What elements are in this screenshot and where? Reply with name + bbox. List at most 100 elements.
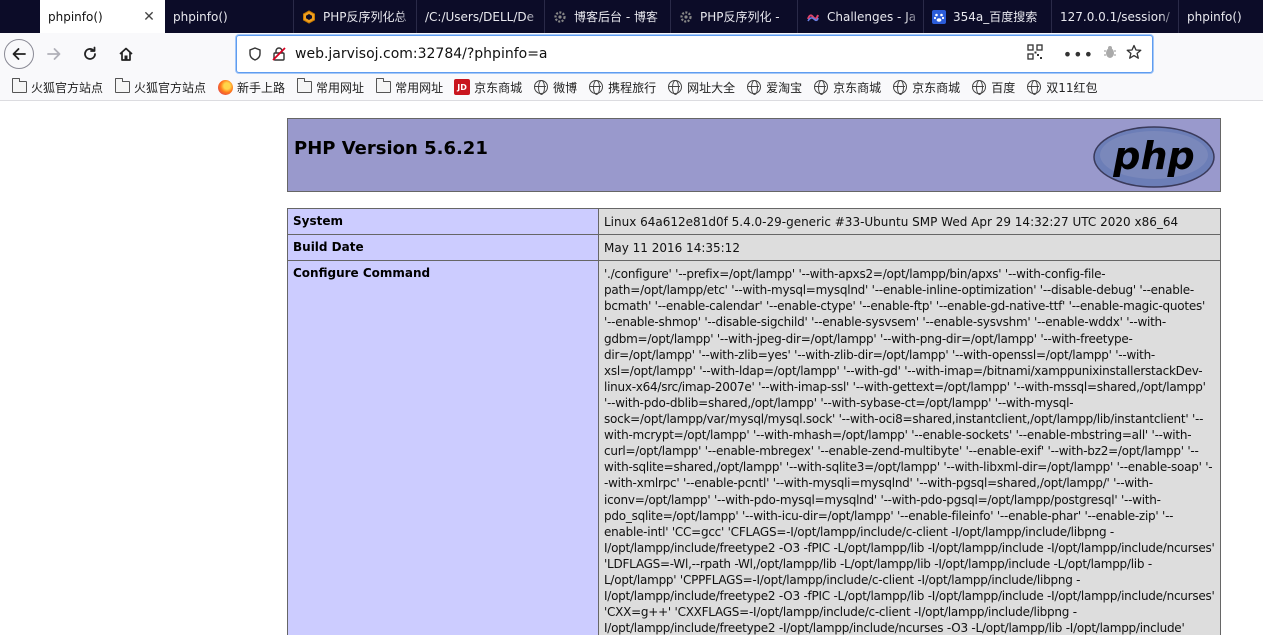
bookmark-label: 常用网址	[395, 80, 444, 95]
table-row: Configure Command './configure' '--prefi…	[287, 260, 1221, 635]
bookmark-label: 双11红包	[1046, 80, 1098, 95]
address-bar[interactable]: web.jarvisoj.com:32784/?phpinfo=a •••	[236, 35, 1153, 73]
globe-icon	[892, 79, 908, 95]
bookmark-label: 新手上路	[237, 80, 286, 95]
bookmark-item[interactable]: 爱淘宝	[746, 79, 802, 96]
row-key: Configure Command	[287, 260, 599, 635]
tab-fade	[1160, 0, 1178, 33]
bookmark-folder[interactable]: 常用网址	[296, 78, 365, 96]
arrow-left-icon	[12, 47, 26, 60]
globe-icon	[533, 79, 549, 95]
qr-code-icon[interactable]	[1027, 44, 1043, 64]
page-content: PHP Version 5.6.21 php System Linux 64a6…	[0, 101, 1263, 635]
bookmark-item[interactable]: 微博	[533, 79, 577, 96]
tab-localhost-session[interactable]: 127.0.0.1/session/	[1052, 0, 1179, 33]
hex-icon	[302, 9, 316, 24]
tab-label: 博客后台 - 博客	[574, 10, 658, 24]
star-bookmark-icon[interactable]	[1126, 44, 1142, 64]
forward-button[interactable]	[38, 38, 70, 70]
bookmark-label: 火狐官方站点	[31, 80, 104, 95]
bookmark-item[interactable]: 新手上路	[217, 79, 285, 96]
table-row: Build Date May 11 2016 14:35:12	[287, 234, 1221, 262]
bookmark-label: 携程旅行	[608, 80, 657, 95]
tab-phpinfo-3[interactable]: phpinfo()	[1179, 0, 1259, 33]
tab-label: 127.0.0.1/session/	[1060, 9, 1170, 24]
arrow-right-icon	[47, 47, 61, 60]
tab-fade	[398, 0, 416, 33]
home-icon	[119, 47, 133, 61]
tab-fade	[652, 0, 670, 33]
tab-label: PHP反序列化 -	[700, 10, 780, 24]
reload-button[interactable]	[74, 38, 106, 70]
bookmark-item[interactable]: 网址大全	[667, 79, 735, 96]
phpinfo-table: System Linux 64a612e81d0f 5.4.0-29-gener…	[287, 207, 1221, 635]
php-logo: php	[1093, 126, 1215, 188]
globe-icon	[813, 79, 829, 95]
bookmark-item[interactable]: 双11红包	[1026, 79, 1097, 96]
bookmark-item[interactable]: 携程旅行	[588, 79, 656, 96]
bookmark-folder[interactable]: 常用网址	[375, 78, 444, 96]
tab-strip: phpinfo() ✕ phpinfo() PHP反序列化总 /C:/Users…	[0, 0, 1263, 33]
tab-label: phpinfo()	[1187, 9, 1242, 24]
bookmark-item[interactable]: 百度	[971, 79, 1015, 96]
tab-challenges[interactable]: Challenges - Ja	[798, 0, 924, 33]
tab-fade	[905, 0, 923, 33]
jd-logo-icon: JD	[454, 79, 471, 95]
tab-fade	[779, 0, 797, 33]
paw-icon	[932, 9, 946, 24]
bookmark-item[interactable]: JD 京东商城	[454, 79, 522, 96]
bookmark-folder[interactable]: 火狐官方站点	[11, 78, 104, 96]
folder-icon	[375, 78, 391, 95]
back-button[interactable]	[4, 38, 34, 69]
folder-icon	[114, 78, 130, 95]
tab-phpinfo-active[interactable]: phpinfo() ✕	[40, 0, 165, 33]
bookmarks-toolbar: 火狐官方站点 火狐官方站点 新手上路 常用网址 常用网址 JD 京东商城 微博 携…	[0, 74, 1263, 101]
bookmark-label: 火狐官方站点	[134, 80, 207, 95]
bookmark-folder[interactable]: 火狐官方站点	[114, 78, 207, 96]
globe-icon	[746, 79, 762, 95]
globe-icon	[971, 79, 987, 95]
row-value: './configure' '--prefix=/opt/lampp' '--w…	[598, 260, 1221, 635]
shield-icon[interactable]	[243, 47, 267, 61]
globe-icon	[588, 79, 604, 95]
tab-strip-spacer	[0, 0, 40, 33]
bookmark-item[interactable]: 京东商城	[813, 79, 881, 96]
bookmark-label: 常用网址	[316, 80, 365, 95]
reload-icon	[84, 46, 96, 60]
tab-php-unserialize-summary[interactable]: PHP反序列化总	[294, 0, 417, 33]
url-text: web.jarvisoj.com:32784/?phpinfo=a	[295, 46, 548, 62]
bookmark-label: 百度	[991, 80, 1016, 95]
page-title: PHP Version 5.6.21	[294, 138, 488, 159]
home-button[interactable]	[110, 38, 142, 70]
navigation-toolbar: web.jarvisoj.com:32784/?phpinfo=a •••	[0, 33, 1263, 74]
folder-icon	[11, 78, 27, 95]
tab-blog-admin[interactable]: 博客后台 - 博客	[545, 0, 671, 33]
phpinfo-header: PHP Version 5.6.21 php	[287, 118, 1221, 192]
bookmark-label: 爱淘宝	[766, 80, 803, 95]
bookmark-label: 京东商城	[474, 80, 523, 95]
tab-label: Challenges - Ja	[827, 9, 915, 24]
firefox-icon	[217, 79, 233, 95]
globe-icon	[1026, 79, 1042, 95]
table-row: System Linux 64a612e81d0f 5.4.0-29-gener…	[287, 207, 1221, 236]
insecure-lock-icon[interactable]	[267, 46, 291, 62]
row-key: Build Date	[287, 234, 599, 262]
tab-local-file[interactable]: /C:/Users/DELL/De	[417, 0, 545, 33]
tab-phpinfo-2[interactable]: phpinfo()	[165, 0, 294, 33]
row-value: Linux 64a612e81d0f 5.4.0-29-generic #33-…	[598, 207, 1221, 236]
gear-icon	[679, 10, 693, 24]
close-icon[interactable]: ✕	[141, 9, 157, 25]
extension-bug-icon[interactable]	[1102, 44, 1118, 64]
bookmark-item[interactable]: 京东商城	[892, 79, 960, 96]
tab-fade	[526, 0, 544, 33]
swirl-icon	[806, 10, 820, 24]
more-actions-icon[interactable]: •••	[1063, 45, 1094, 64]
tab-label: phpinfo()	[48, 9, 103, 24]
gear-icon	[553, 10, 567, 24]
tab-baidu-search[interactable]: 354a_百度搜索	[924, 0, 1052, 33]
bookmark-label: 京东商城	[912, 80, 961, 95]
tab-label: phpinfo()	[173, 9, 228, 24]
tab-php-unserialize[interactable]: PHP反序列化 -	[671, 0, 798, 33]
folder-icon	[296, 78, 312, 95]
row-value: May 11 2016 14:35:12	[598, 234, 1221, 262]
